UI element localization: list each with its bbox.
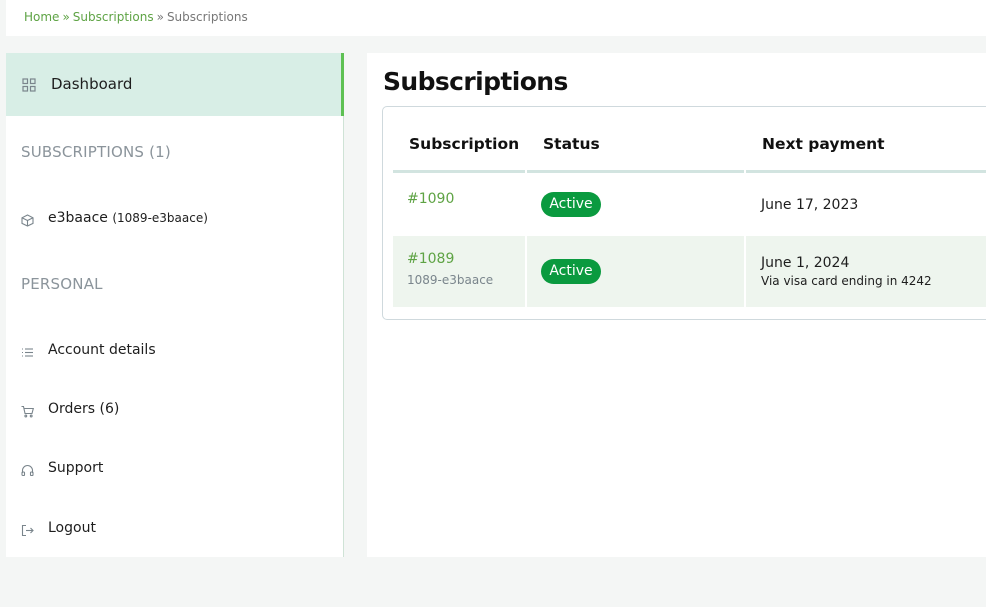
cart-icon: [21, 403, 35, 418]
table-row: [393, 236, 986, 307]
breadcrumb-separator: »: [62, 10, 70, 24]
breadcrumb-current: Subscriptions: [166, 10, 248, 24]
sidebar-item-subscription[interactable]: e3baace (1089-e3baace): [6, 204, 344, 234]
header-underline: [393, 170, 525, 173]
grid-icon: [22, 77, 36, 92]
column-divider: [525, 236, 527, 307]
subscription-item-label: e3baace: [48, 210, 108, 226]
status-badge: Active: [541, 192, 601, 217]
page-title: Subscriptions: [383, 67, 568, 96]
personal-heading: PERSONAL: [21, 275, 103, 293]
sidebar-item-label: Account details: [48, 342, 156, 358]
sidebar-item-account-details[interactable]: Account details: [6, 336, 344, 366]
subscriptions-table: Subscription Status Next payment #1090 A…: [382, 106, 986, 320]
main-content: Subscriptions Subscription Status Next p…: [367, 53, 986, 557]
breadcrumb-subscriptions-link[interactable]: Subscriptions: [73, 10, 154, 24]
header-underline: [746, 170, 986, 173]
column-header-next-payment: Next payment: [762, 135, 885, 153]
sidebar-item-dashboard[interactable]: Dashboard: [6, 53, 344, 116]
sidebar-item-label: Logout: [48, 520, 96, 536]
status-badge: Active: [541, 259, 601, 284]
list-icon: [21, 344, 34, 357]
breadcrumb-home-link[interactable]: Home: [24, 10, 59, 24]
subscriptions-heading: SUBSCRIPTIONS (1): [21, 143, 171, 161]
header-underline: [527, 170, 744, 173]
account-sidebar: Dashboard SUBSCRIPTIONS (1) e3baace (108…: [6, 53, 344, 557]
sidebar-item-label: Dashboard: [51, 75, 133, 93]
subscription-item-ref: (1089-e3baace): [112, 211, 208, 225]
column-divider: [744, 236, 746, 307]
next-payment-date: June 17, 2023: [761, 197, 859, 213]
payment-method: Via visa card ending in 4242: [761, 274, 932, 288]
breadcrumb: Home» Subscriptions» Subscriptions: [24, 10, 248, 24]
top-bar: Home» Subscriptions» Subscriptions: [6, 0, 986, 36]
sidebar-item-label: Support: [48, 460, 104, 476]
subscription-link[interactable]: #1089: [407, 251, 454, 267]
column-header-status: Status: [543, 135, 600, 153]
logout-icon: [21, 522, 34, 537]
sidebar-item-support[interactable]: Support: [6, 454, 344, 484]
sidebar-item-label: Orders (6): [48, 401, 120, 417]
column-header-subscription: Subscription: [409, 135, 520, 153]
next-payment-date: June 1, 2024: [761, 255, 850, 271]
headphones-icon: [21, 462, 34, 477]
box-icon: [21, 212, 34, 227]
breadcrumb-separator: »: [156, 10, 164, 24]
subscription-link[interactable]: #1090: [407, 191, 454, 207]
sidebar-item-logout[interactable]: Logout: [6, 514, 344, 544]
sidebar-item-orders[interactable]: Orders (6): [6, 395, 344, 425]
subscription-ref: 1089-e3baace: [407, 273, 494, 287]
